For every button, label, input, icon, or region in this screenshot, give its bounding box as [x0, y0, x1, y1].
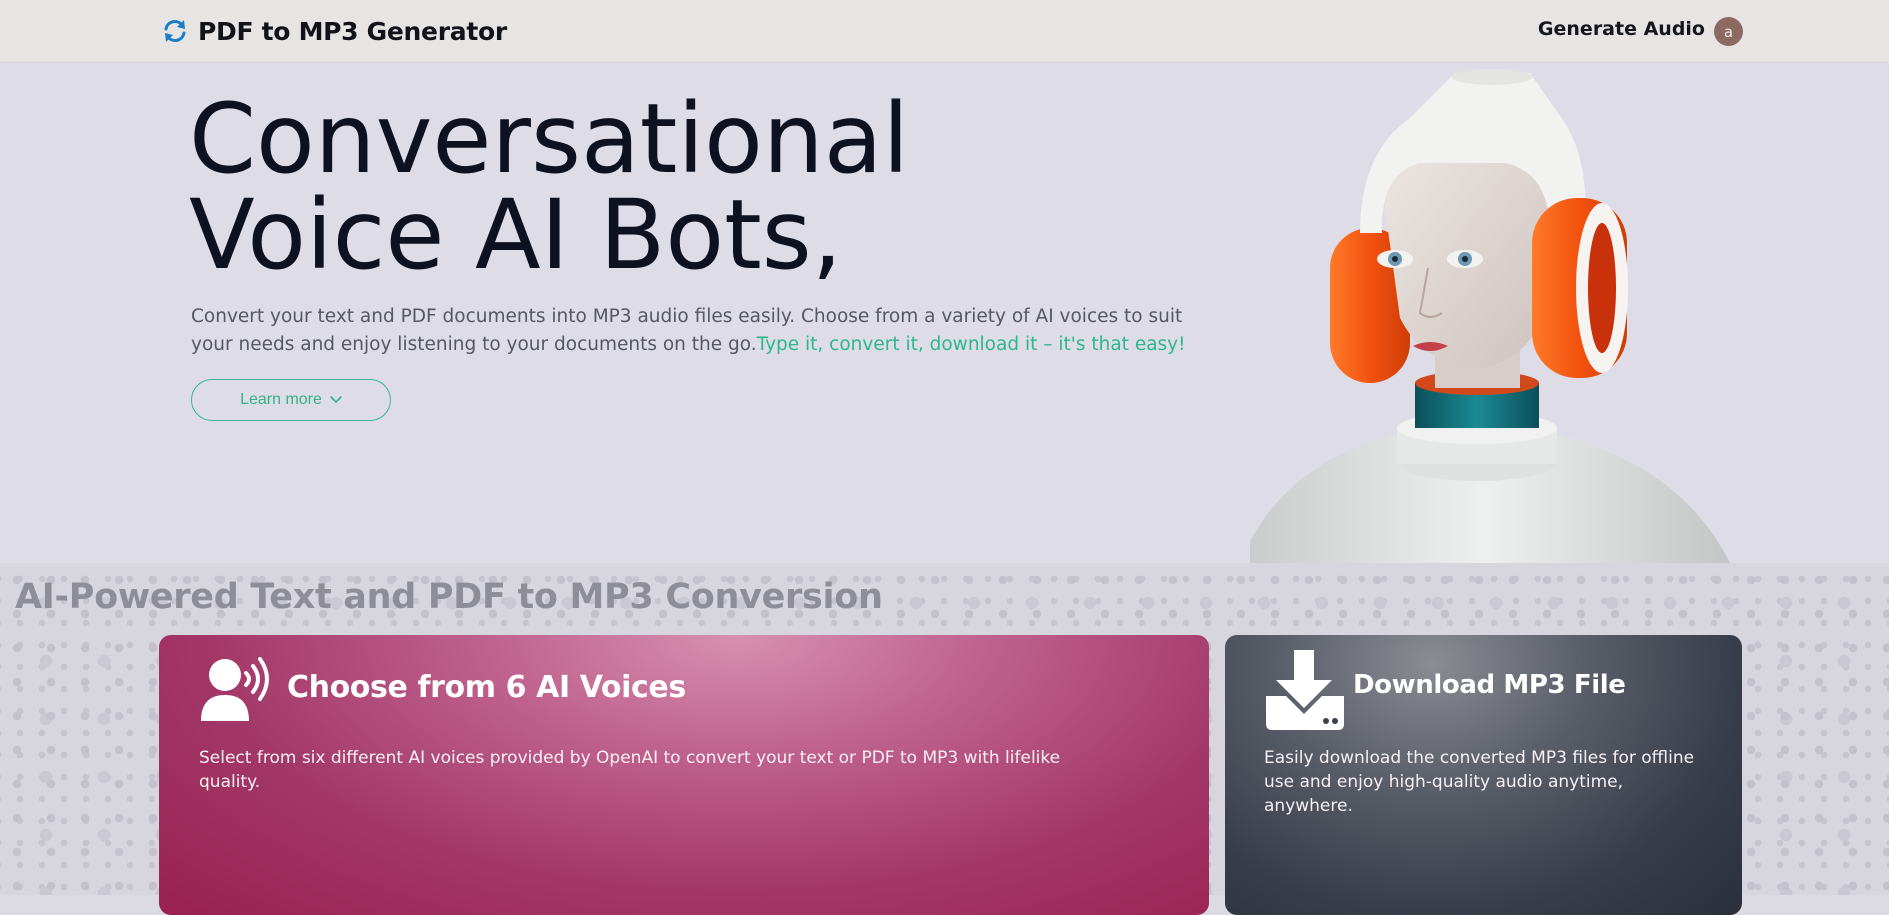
user-avatar[interactable]: a	[1714, 17, 1743, 46]
hero-description-accent: Type it, convert it, download it – it's …	[756, 334, 1186, 355]
brand-title: PDF to MP3 Generator	[198, 16, 507, 46]
hero-section: Conversational Voice AI Bots, Convert yo…	[0, 63, 1889, 563]
features-section-title: AI-Powered Text and PDF to MP3 Conversio…	[15, 577, 883, 617]
sync-arrows-icon	[160, 16, 190, 46]
speaking-person-icon	[199, 655, 271, 727]
brand-logo-link[interactable]: PDF to MP3 Generator	[160, 14, 507, 48]
hero-title: Conversational Voice AI Bots,	[189, 91, 1089, 283]
feature-card-download: Download MP3 File Easily download the co…	[1225, 635, 1742, 915]
generate-audio-link[interactable]: Generate Audio	[1538, 18, 1705, 40]
chevron-down-icon	[330, 391, 342, 409]
learn-more-label: Learn more	[240, 391, 322, 408]
top-navbar: PDF to MP3 Generator Generate Audio a	[0, 0, 1889, 63]
download-icon	[1264, 650, 1346, 734]
voices-card-title: Choose from 6 AI Voices	[287, 670, 686, 705]
robot-head-illustration	[1250, 69, 1730, 563]
learn-more-button[interactable]: Learn more	[191, 379, 391, 421]
hero-title-line-1: Conversational	[189, 83, 910, 195]
download-card-title: Download MP3 File	[1353, 670, 1626, 700]
voices-card-text: Select from six different AI voices prov…	[199, 748, 1061, 792]
hero-title-line-2: Voice AI Bots,	[189, 179, 843, 291]
download-card-text: Easily download the converted MP3 files …	[1264, 748, 1695, 816]
hero-description: Convert your text and PDF documents into…	[191, 303, 1191, 359]
feature-card-voices: Choose from 6 AI Voices Select from six …	[159, 635, 1209, 915]
